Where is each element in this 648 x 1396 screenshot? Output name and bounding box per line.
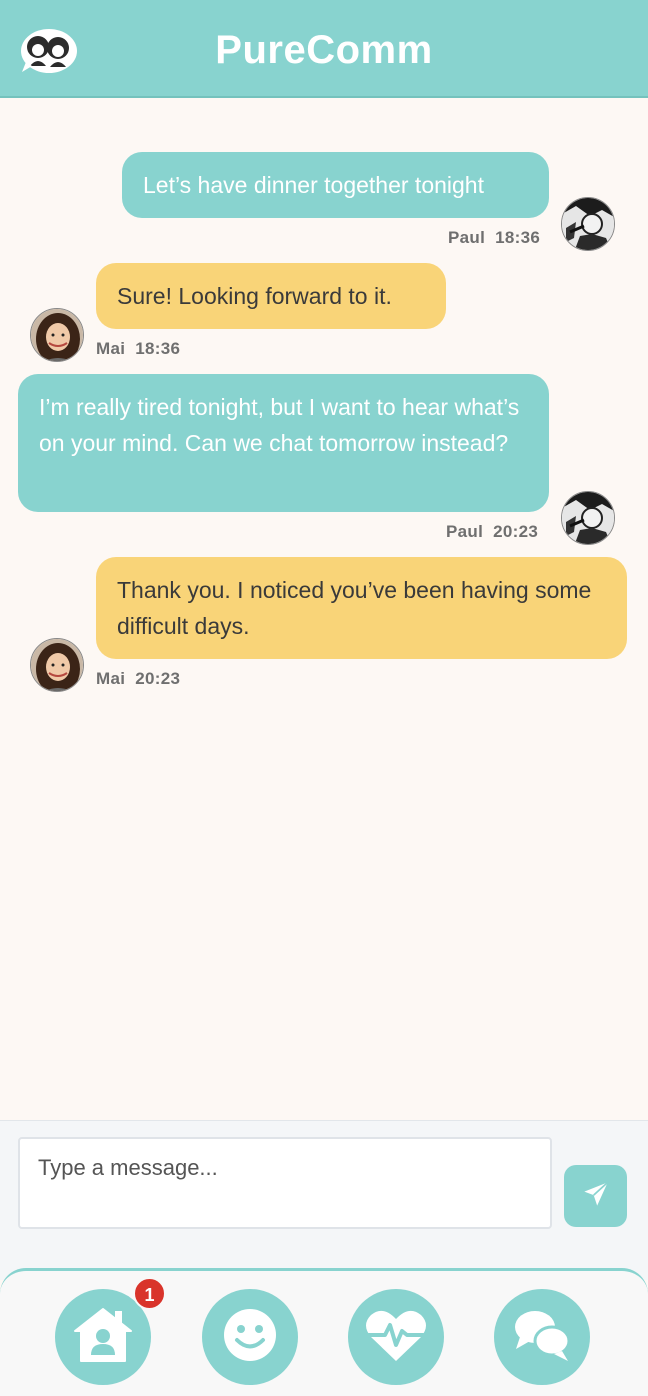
message-meta: Paul 20:23	[446, 522, 538, 542]
smiley-icon	[220, 1305, 280, 1370]
message-text: Sure! Looking forward to it.	[117, 283, 392, 309]
message-bubble-mai: Sure! Looking forward to it.	[96, 263, 446, 329]
message-text: Let’s have dinner together tonight	[143, 172, 484, 198]
message-time: 18:36	[495, 228, 541, 247]
message-bubble-paul: Let’s have dinner together tonight	[122, 152, 549, 218]
nav-mood-button[interactable]	[202, 1289, 298, 1385]
message-time: 18:36	[135, 339, 181, 358]
app-title: PureComm	[215, 28, 433, 72]
nav-health-button[interactable]	[348, 1289, 444, 1385]
message-meta: Paul 18:36	[448, 228, 540, 248]
bottom-nav	[0, 1268, 648, 1396]
sender-name: Mai	[96, 339, 126, 358]
sender-name: Mai	[96, 669, 126, 688]
avatar-paul[interactable]	[561, 197, 615, 251]
message-text: Thank you. I noticed you’ve been having …	[117, 577, 592, 639]
message-time: 20:23	[135, 669, 181, 688]
message-text: I’m really tired tonight, but I want to …	[39, 394, 520, 456]
composer-bar	[0, 1120, 648, 1280]
avatar-mai[interactable]	[30, 638, 84, 692]
heartbeat-icon	[363, 1305, 429, 1370]
chat-bubbles-icon	[510, 1305, 574, 1370]
chat-area: Let’s have dinner together tonight Paul 1…	[0, 98, 648, 1120]
message-bubble-mai: Thank you. I noticed you’ve been having …	[96, 557, 627, 659]
message-time: 20:23	[493, 522, 539, 541]
message-input[interactable]	[18, 1137, 552, 1229]
nav-chat-button[interactable]	[494, 1289, 590, 1385]
app-root: PureComm Let’s have dinner together toni…	[0, 0, 648, 1396]
message-bubble-paul: I’m really tired tonight, but I want to …	[18, 374, 549, 512]
avatar-mai[interactable]	[30, 308, 84, 362]
app-header: PureComm	[0, 0, 648, 98]
avatar-paul[interactable]	[561, 491, 615, 545]
home-user-icon	[71, 1305, 135, 1370]
send-button[interactable]	[564, 1165, 627, 1227]
sender-name: Paul	[448, 228, 486, 247]
notification-badge: 1	[133, 1277, 166, 1310]
message-meta: Mai 20:23	[96, 669, 180, 689]
message-meta: Mai 18:36	[96, 339, 180, 359]
paper-plane-icon	[582, 1180, 610, 1213]
sender-name: Paul	[446, 522, 484, 541]
